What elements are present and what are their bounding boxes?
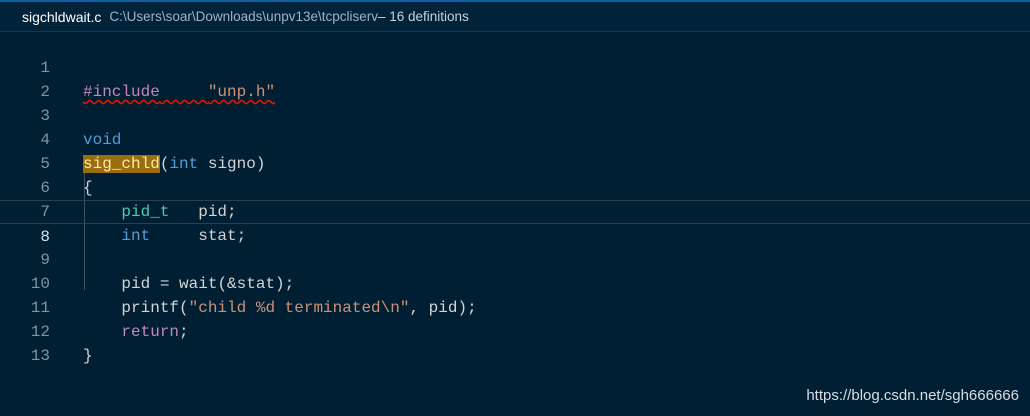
code-editor[interactable]: 1 #include "unp.h" 2 3 void 4 sig_chld(i… [0,32,1030,416]
code-line-10[interactable]: 10 printf("child %d terminated\n", pid); [0,248,1030,317]
peek-file-path: C:\Users\soar\Downloads\unpv13e\tcpclise… [109,9,378,24]
code-line-3[interactable]: 3 void [0,80,1030,149]
peek-file-name[interactable]: sigchldwait.c [22,9,101,25]
watermark-text: https://blog.csdn.net/sgh666666 [806,387,1019,404]
code-line-11[interactable]: 11 return; [0,272,1030,341]
code-line-4[interactable]: 4 sig_chld(int signo) [0,104,1030,173]
code-line-7[interactable]: 7 int stat; [0,176,1030,245]
code-line-13[interactable]: 13 [0,320,1030,365]
code-line-8-current[interactable]: 8 [0,200,1030,246]
code-line-1[interactable]: 1 #include "unp.h" [0,32,1030,101]
code-line-5[interactable]: 5 { [0,128,1030,197]
peek-header: sigchldwait.c C:\Users\soar\Downloads\un… [0,0,1030,32]
code-line-12[interactable]: 12 } [0,296,1030,365]
code-line-2[interactable]: 2 [0,56,1030,101]
code-line-6[interactable]: 6 pid_t pid; [0,152,1030,221]
code-line-9[interactable]: 9 pid = wait(&stat); [0,224,1030,293]
peek-definitions-count: – 16 definitions [378,9,469,24]
line-code: } [83,347,93,365]
line-number: 13 [30,347,50,365]
